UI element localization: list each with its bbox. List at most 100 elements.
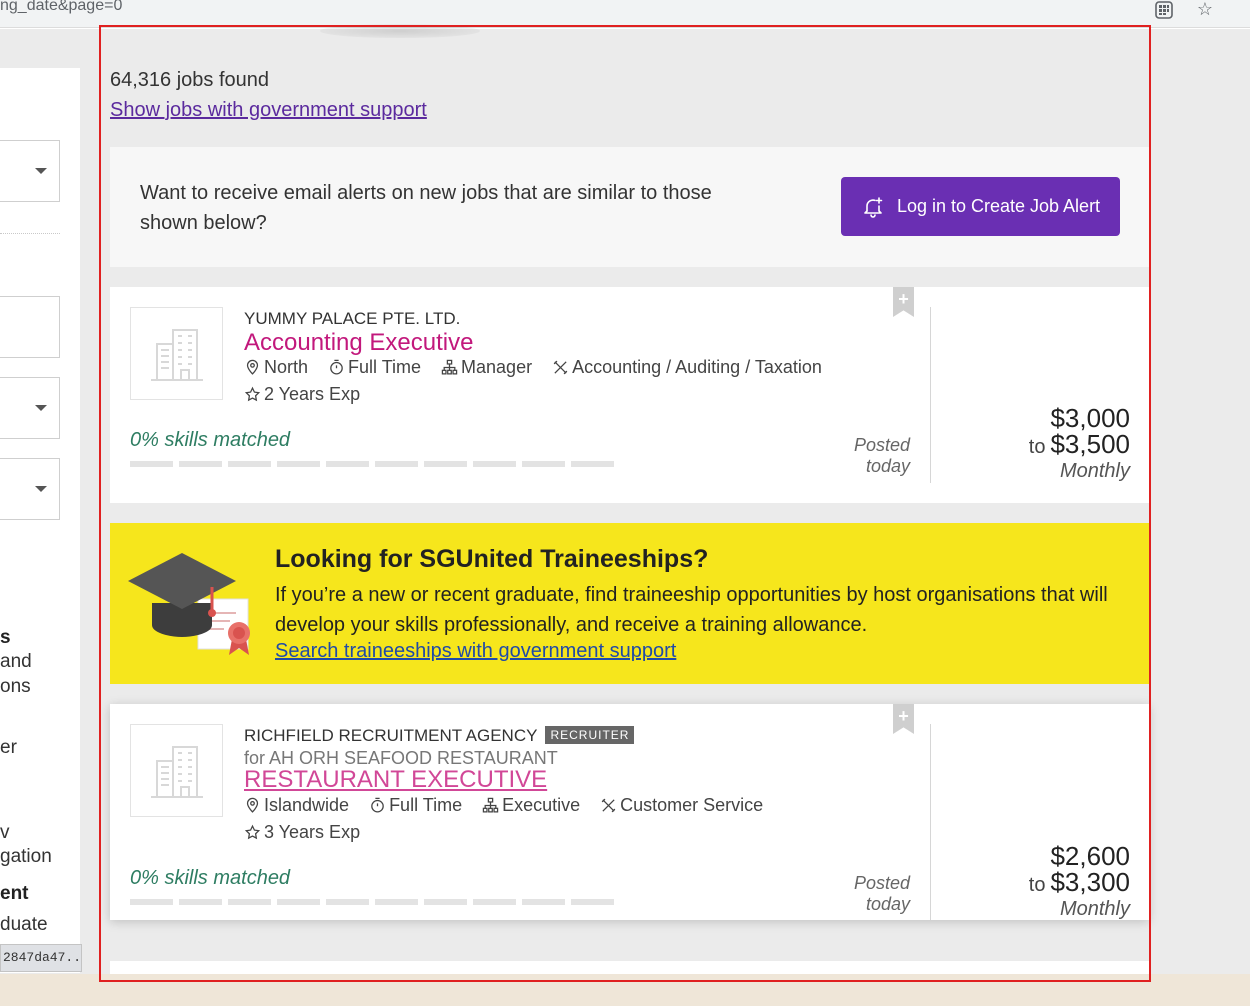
- apps-icon[interactable]: [1153, 0, 1175, 20]
- bookmark-icon[interactable]: +: [893, 704, 914, 734]
- sidebar-fragment[interactable]: v: [0, 822, 10, 844]
- sidebar-fragment: ent: [0, 883, 29, 904]
- salary-from: $2,600: [1050, 841, 1130, 871]
- job-location: Islandwide: [244, 795, 349, 816]
- posted-date: Posted today: [853, 873, 910, 914]
- job-meta-row: North Full Time Manager Accounting / Aud…: [244, 357, 822, 378]
- job-employment-type: Full Time: [369, 795, 462, 816]
- status-bar-url: 2847da47...: [0, 944, 82, 972]
- location-pin-icon: [246, 797, 259, 813]
- traineeship-search-link[interactable]: Search traineeships with government supp…: [275, 640, 676, 663]
- star-outline-icon: [244, 386, 261, 402]
- salary-range: $3,000 to $3,500 Monthly: [1029, 405, 1130, 482]
- job-experience-text: 3 Years Exp: [264, 822, 361, 842]
- job-experience-item: 2 Years Exp: [244, 384, 360, 405]
- sidebar-fragment[interactable]: duate: [0, 914, 48, 936]
- job-location: North: [244, 357, 308, 378]
- salary-from: $3,000: [1050, 403, 1130, 433]
- location-pin-icon: [246, 359, 259, 375]
- job-employment-type: Full Time: [328, 357, 421, 378]
- star-outline-icon: [244, 824, 261, 840]
- divider: [930, 724, 931, 920]
- graduation-cap-icon: [128, 553, 250, 655]
- salary-to-word: to: [1028, 874, 1046, 896]
- company-logo: [130, 307, 223, 400]
- job-card[interactable]: YUMMY PALACE PTE. LTD. Accounting Execut…: [110, 287, 1149, 503]
- job-level: Manager: [441, 357, 532, 378]
- jobs-found-count: 64,316 jobs found: [110, 69, 270, 91]
- skills-match-bar: [130, 461, 614, 467]
- sidebar-fragment[interactable]: ons: [0, 676, 31, 698]
- traineeship-title: Looking for SGUnited Traineeships?: [275, 545, 709, 573]
- building-icon: [150, 328, 203, 381]
- company-logo: [130, 724, 223, 817]
- divider: [0, 233, 60, 234]
- job-category: Accounting / Auditing / Taxation: [552, 357, 822, 378]
- chevron-down-icon: [35, 405, 47, 411]
- skills-match-bar: [130, 899, 614, 905]
- salary-to-word: to: [1028, 436, 1046, 458]
- bottom-strip: [0, 974, 1250, 1006]
- filter-dropdown-3[interactable]: [0, 458, 60, 520]
- sidebar-fragment[interactable]: gation: [0, 846, 52, 868]
- chevron-down-icon: [35, 486, 47, 492]
- salary-to-row: to $3,500: [1029, 431, 1130, 460]
- filter-input[interactable]: [0, 296, 60, 358]
- job-experience-text: 2 Years Exp: [264, 384, 361, 404]
- job-location-text: Islandwide: [264, 795, 350, 815]
- salary-to-row: to $3,300: [1029, 869, 1130, 898]
- decorative-shadow: [320, 24, 480, 38]
- skills-matched-label: 0% skills matched: [130, 429, 291, 451]
- job-employment-text: Full Time: [348, 357, 422, 377]
- job-alert-banner: Want to receive email alerts on new jobs…: [110, 147, 1149, 267]
- tools-icon: [553, 360, 568, 375]
- sidebar-fragment[interactable]: and: [0, 651, 32, 673]
- job-title-link[interactable]: RESTAURANT EXECUTIVE: [244, 766, 547, 794]
- job-employment-text: Full Time: [389, 795, 463, 815]
- traineeship-banner: Looking for SGUnited Traineeships? If yo…: [110, 523, 1149, 684]
- bell-plus-icon: [864, 196, 883, 218]
- traineeship-description: If you’re a new or recent graduate, find…: [275, 584, 1108, 636]
- url-text[interactable]: ng_date&page=0: [0, 0, 122, 15]
- job-location-text: North: [264, 357, 309, 377]
- tools-icon: [601, 798, 616, 813]
- job-alert-text: Want to receive email alerts on new jobs…: [140, 182, 712, 234]
- job-experience: 3 Years Exp: [244, 822, 360, 843]
- org-chart-icon: [441, 359, 458, 375]
- company-name[interactable]: YUMMY PALACE PTE. LTD.: [244, 309, 460, 329]
- building-icon: [150, 745, 203, 798]
- salary-to: $3,300: [1050, 867, 1130, 897]
- job-category: Customer Service: [600, 795, 763, 816]
- job-category-text: Customer Service: [620, 795, 764, 815]
- salary-to: $3,500: [1050, 429, 1130, 459]
- company-name: RICHFIELD RECRUITMENT AGENCY RECRUITER: [244, 726, 635, 746]
- bookmark-icon[interactable]: +: [893, 287, 914, 317]
- star-icon[interactable]: ☆: [1194, 0, 1216, 20]
- job-level-text: Executive: [502, 795, 581, 815]
- company-name-text[interactable]: RICHFIELD RECRUITMENT AGENCY: [244, 726, 537, 745]
- stopwatch-icon: [371, 797, 384, 813]
- org-chart-icon: [482, 797, 499, 813]
- job-experience-item: 3 Years Exp: [244, 822, 360, 843]
- filter-sidebar: s and ons er v gation ent duate: [0, 68, 80, 973]
- sidebar-fragment: s: [0, 627, 11, 648]
- filter-dropdown-2[interactable]: [0, 377, 60, 439]
- job-level-text: Manager: [461, 357, 533, 377]
- salary-range: $2,600 to $3,300 Monthly: [1029, 843, 1130, 920]
- create-job-alert-button[interactable]: Log in to Create Job Alert: [841, 177, 1120, 236]
- divider: [930, 307, 931, 483]
- job-card[interactable]: RICHFIELD RECRUITMENT AGENCY RECRUITER fo…: [110, 704, 1149, 920]
- government-support-link[interactable]: Show jobs with government support: [110, 99, 427, 122]
- sidebar-fragment[interactable]: er: [0, 737, 17, 759]
- create-job-alert-label: Log in to Create Job Alert: [896, 196, 1101, 216]
- salary-period: Monthly: [1059, 898, 1130, 920]
- browser-address-bar[interactable]: ng_date&page=0 ☆: [0, 0, 1250, 28]
- job-title-link[interactable]: Accounting Executive: [244, 329, 473, 357]
- filter-dropdown-1[interactable]: [0, 140, 60, 202]
- job-experience: 2 Years Exp: [244, 384, 360, 405]
- recruiter-badge: RECRUITER: [545, 726, 635, 744]
- job-category-text: Accounting / Auditing / Taxation: [572, 357, 822, 377]
- job-level: Executive: [482, 795, 580, 816]
- salary-period: Monthly: [1059, 460, 1130, 482]
- posted-date: Posted today: [853, 435, 910, 476]
